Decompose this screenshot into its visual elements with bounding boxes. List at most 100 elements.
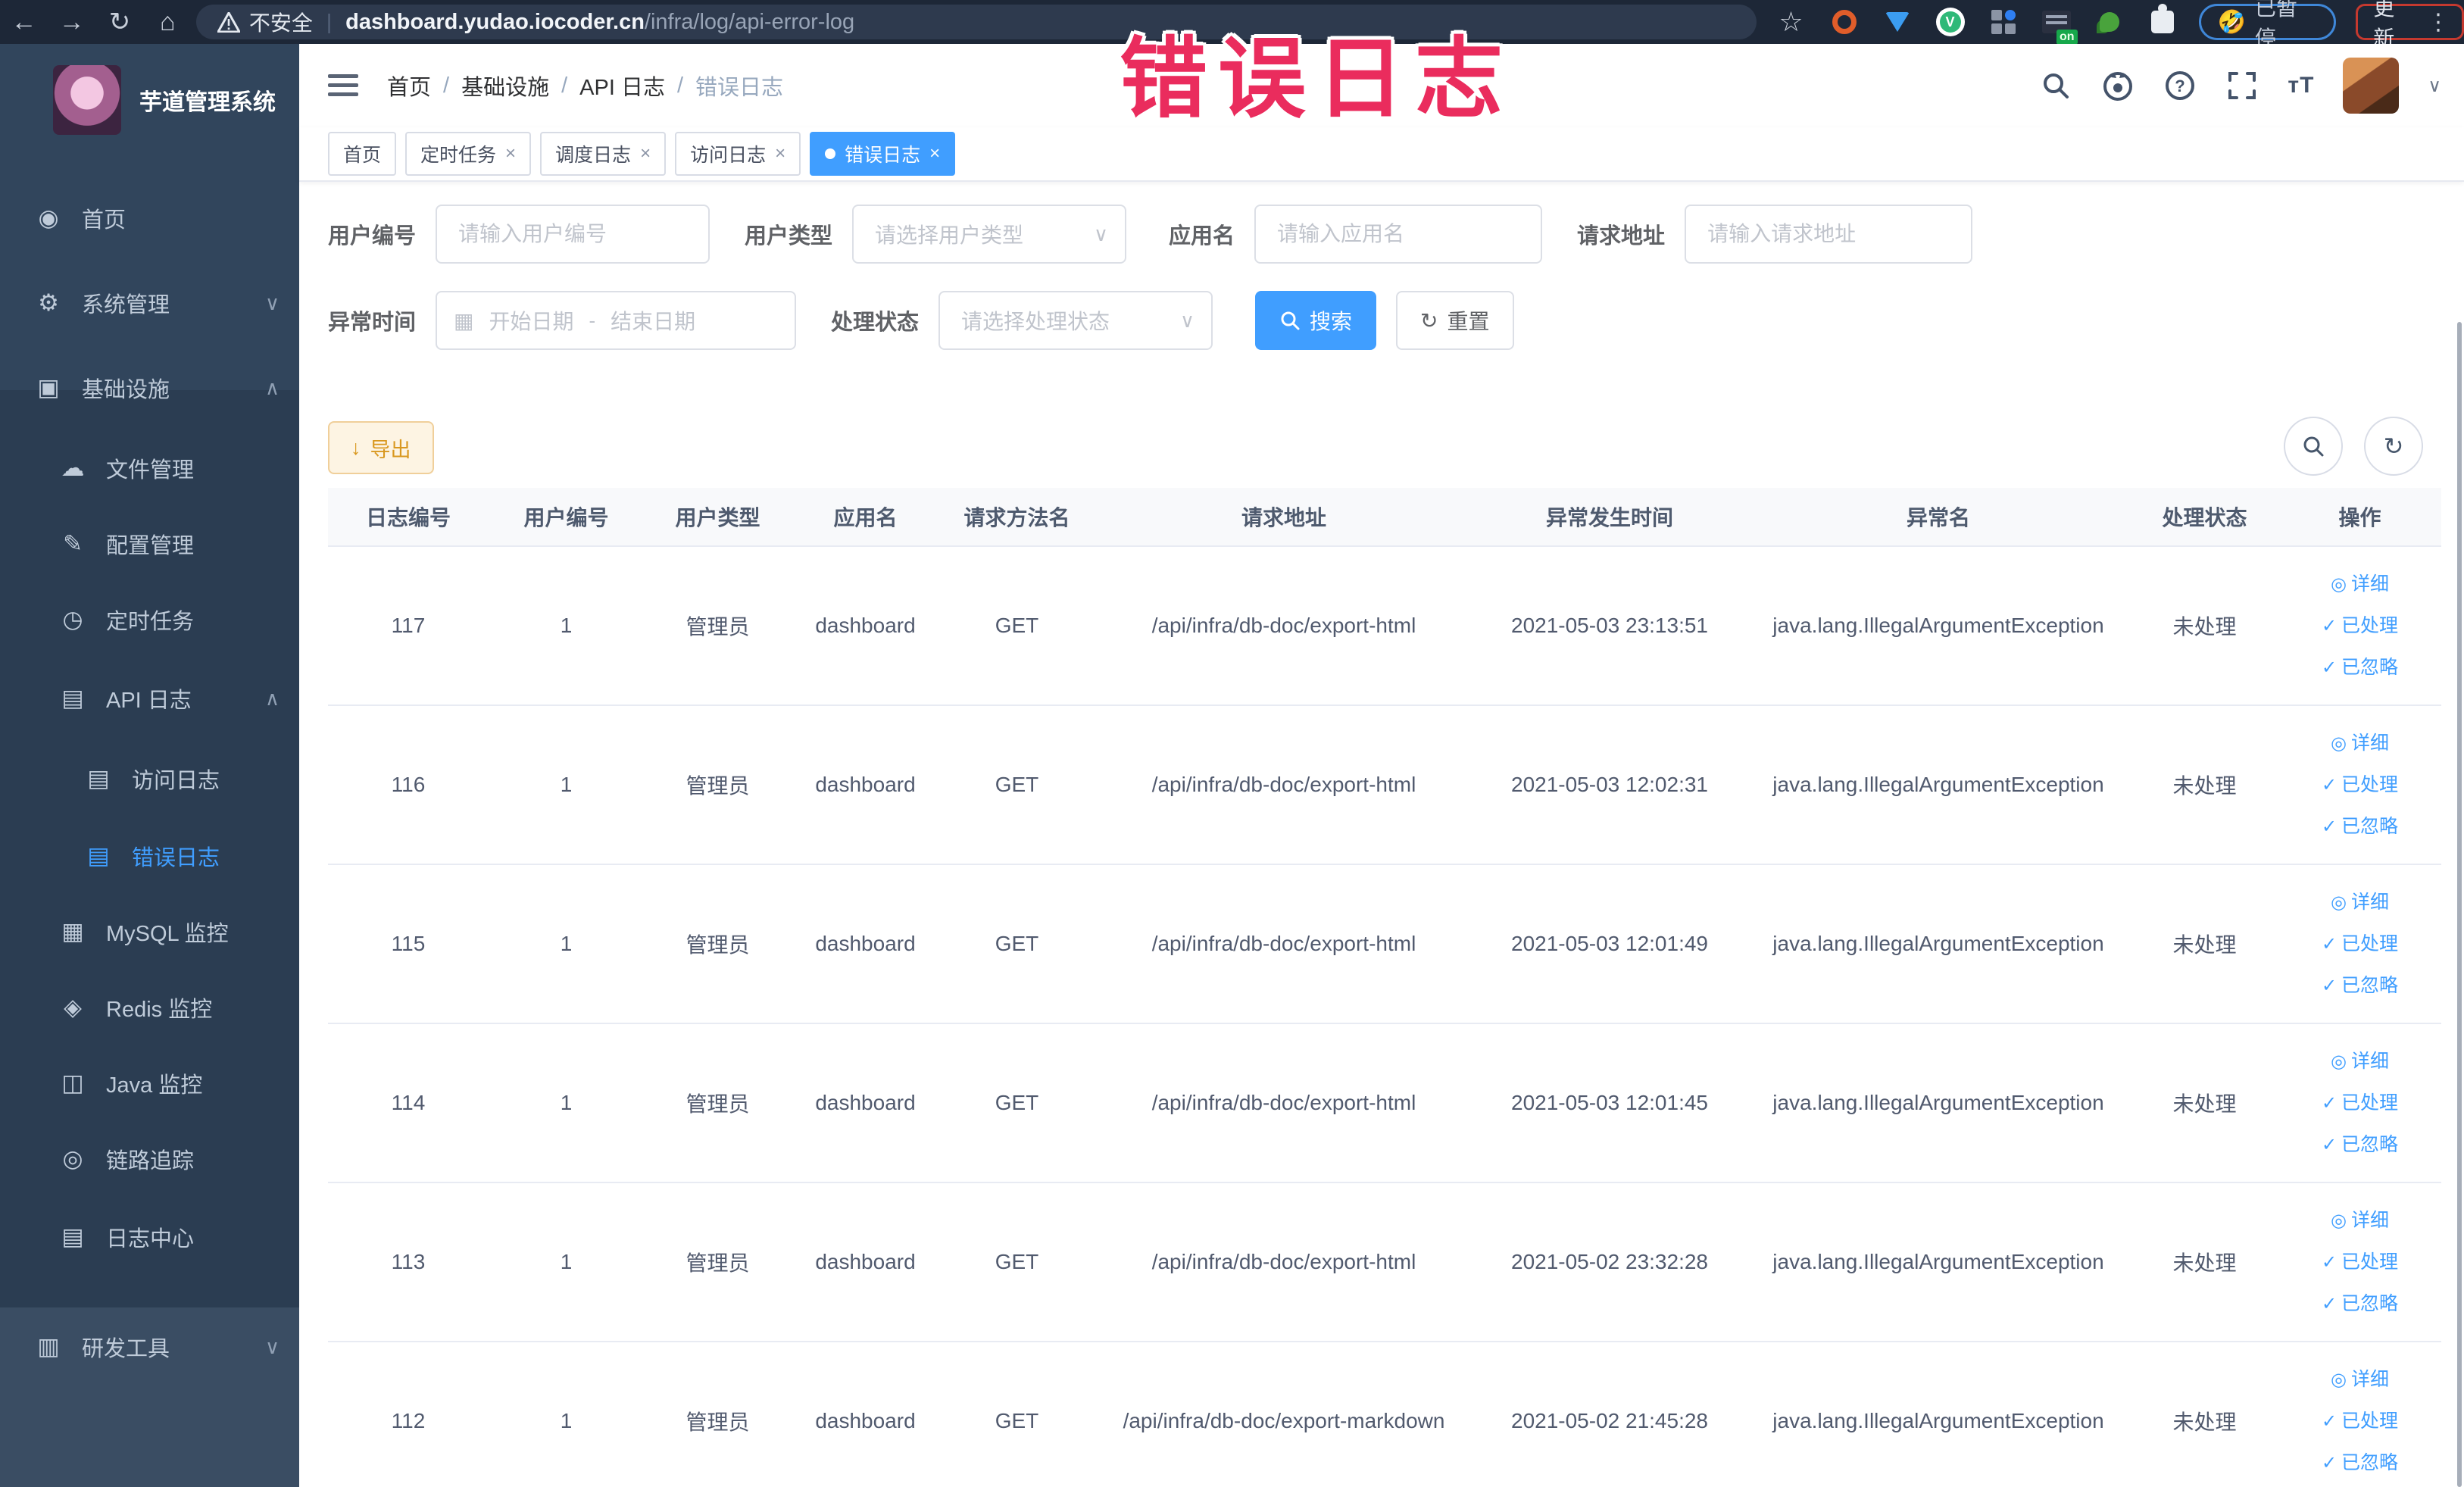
page-scrollbar[interactable]: [2457, 322, 2462, 1487]
sidebar-item-log-center[interactable]: ▤ 日志中心: [0, 1198, 299, 1276]
sidebar-item-redis-monitor[interactable]: ◈ Redis 监控: [0, 968, 299, 1047]
font-size-icon[interactable]: тT: [2288, 73, 2314, 98]
mark-ignored-link[interactable]: ✓ 已忽略: [2278, 1442, 2441, 1484]
reset-button[interactable]: ↻ 重置: [1396, 291, 1514, 350]
sidebar-item-error-log[interactable]: ▤ 错误日志: [0, 817, 299, 895]
mark-processed-link[interactable]: ✓ 已处理: [2278, 605, 2441, 647]
cell-request-url: /api/infra/db-doc/export-html: [1095, 864, 1473, 1024]
url-separator: |: [326, 10, 333, 33]
sidebar-item-api-log[interactable]: ▤ API 日志 ∧: [0, 659, 299, 738]
sidebar-item-label: Redis 监控: [106, 998, 213, 1022]
mark-processed-link[interactable]: ✓ 已处理: [2278, 1401, 2441, 1442]
mark-ignored-link[interactable]: ✓ 已忽略: [2278, 965, 2441, 1007]
user-menu-caret-icon[interactable]: ∨: [2428, 75, 2441, 97]
app-name-input[interactable]: [1254, 205, 1543, 264]
breadcrumb-infrastructure[interactable]: 基础设施: [461, 70, 549, 102]
extension-on-icon[interactable]: on: [2041, 7, 2078, 45]
briefcase-icon: ▥: [37, 1333, 60, 1360]
mark-ignored-link[interactable]: ✓ 已忽略: [2278, 647, 2441, 689]
user-type-select[interactable]: 请选择用户类型 ∨: [852, 205, 1127, 264]
sidebar-item-config-management[interactable]: ✎ 配置管理: [0, 505, 299, 583]
extension-shield-icon[interactable]: [1882, 7, 1913, 37]
sidebar-item-infrastructure[interactable]: ▣ 基础设施 ∧: [0, 348, 299, 427]
cell-actions: ◎ 详细 ✓ 已处理 ✓ 已忽略: [2278, 546, 2441, 706]
user-avatar[interactable]: [2343, 58, 2400, 114]
sidebar-item-link-trace[interactable]: ◎ 链路追踪: [0, 1120, 299, 1198]
search-icon[interactable]: [2039, 69, 2072, 102]
detail-label: 详细: [2350, 1209, 2389, 1231]
close-icon[interactable]: ×: [775, 143, 785, 164]
mark-processed-link[interactable]: ✓ 已处理: [2278, 1082, 2441, 1124]
extension-grid-icon[interactable]: [1988, 7, 2019, 37]
collapse-sidebar-icon[interactable]: [328, 73, 358, 98]
tab-schedule-log[interactable]: 调度日志 ×: [540, 132, 667, 176]
extension-plant-icon[interactable]: [2094, 7, 2125, 37]
calendar-icon: ▦: [454, 308, 474, 333]
sidebar-item-mysql-monitor[interactable]: ▦ MySQL 监控: [0, 892, 299, 971]
sidebar-item-java-monitor[interactable]: ◫ Java 监控: [0, 1044, 299, 1123]
sidebar-item-access-log[interactable]: ▤ 访问日志: [0, 739, 299, 818]
breadcrumb-home[interactable]: 首页: [387, 70, 431, 102]
forward-icon[interactable]: →: [48, 8, 95, 37]
close-icon[interactable]: ×: [505, 143, 516, 164]
back-icon[interactable]: ←: [0, 8, 48, 37]
chrome-update-button[interactable]: 更新 ⋮: [2356, 0, 2464, 50]
mark-ignored-link[interactable]: ✓ 已忽略: [2278, 806, 2441, 848]
sidebar-item-system-management[interactable]: ⚙ 系统管理 ∨: [0, 264, 299, 342]
sidebar-item-label: 基础设施: [82, 378, 170, 402]
cell-exception-name: java.lang.IllegalArgumentException: [1746, 864, 2131, 1024]
recorder-paused-pill[interactable]: 🤣 已暂停: [2198, 0, 2337, 50]
bookmark-star-icon[interactable]: ☆: [1776, 6, 1807, 37]
detail-link[interactable]: ◎ 详细: [2278, 564, 2441, 605]
sidebar-item-dev-tools[interactable]: ▥ 研发工具 ∨: [0, 1307, 299, 1386]
reload-icon[interactable]: ↻: [95, 7, 143, 37]
exception-time-range-picker[interactable]: ▦ 开始日期 - 结束日期: [436, 291, 797, 350]
table-body: 117 1 管理员 dashboard GET /api/infra/db-do…: [328, 546, 2441, 1487]
breadcrumb: 首页 / 基础设施 / API 日志 / 错误日志: [387, 70, 783, 102]
toggle-search-button[interactable]: [2284, 417, 2343, 476]
mark-processed-link[interactable]: ✓ 已处理: [2278, 1242, 2441, 1283]
close-icon[interactable]: ×: [929, 143, 940, 164]
mark-ignored-link[interactable]: ✓ 已忽略: [2278, 1283, 2441, 1325]
check-icon: ✓: [2321, 816, 2338, 837]
detail-link[interactable]: ◎ 详细: [2278, 723, 2441, 764]
detail-link[interactable]: ◎ 详细: [2278, 882, 2441, 923]
mark-ignored-link[interactable]: ✓ 已忽略: [2278, 1124, 2441, 1166]
tab-access-log[interactable]: 访问日志 ×: [675, 132, 801, 176]
fullscreen-icon[interactable]: [2225, 69, 2259, 102]
detail-link[interactable]: ◎ 详细: [2278, 1041, 2441, 1082]
sidebar-item-scheduled-task[interactable]: ◷ 定时任务: [0, 580, 299, 659]
browser-menu-icon[interactable]: ⋮: [2427, 9, 2450, 36]
extensions-puzzle-icon[interactable]: [2147, 4, 2178, 37]
vue-devtools-icon[interactable]: V: [1935, 7, 1966, 37]
request-url-input[interactable]: [1685, 205, 1973, 264]
app-logo-row[interactable]: 芋道管理系统: [0, 55, 299, 145]
user-id-input[interactable]: [436, 205, 710, 264]
cell-log-id: 112: [328, 1342, 489, 1487]
export-button[interactable]: ↓ 导出: [328, 421, 434, 474]
sidebar-item-file-management[interactable]: ☁ 文件管理: [0, 429, 299, 508]
close-icon[interactable]: ×: [640, 143, 651, 164]
status-select[interactable]: 请选择处理状态 ∨: [938, 291, 1213, 350]
tab-scheduled-task[interactable]: 定时任务 ×: [405, 132, 532, 176]
url-bar[interactable]: 不安全 | dashboard.yudao.iocoder.cn /infra/…: [195, 5, 1757, 39]
home-icon[interactable]: ⌂: [144, 8, 192, 37]
help-icon[interactable]: ?: [2163, 69, 2197, 102]
detail-link[interactable]: ◎ 详细: [2278, 1359, 2441, 1401]
breadcrumb-api-log[interactable]: API 日志: [579, 70, 665, 102]
mark-processed-link[interactable]: ✓ 已处理: [2278, 923, 2441, 965]
sidebar-item-home[interactable]: ◉ 首页: [0, 179, 299, 258]
github-icon[interactable]: [2101, 69, 2135, 102]
dashboard-icon: ◉: [38, 205, 59, 231]
cell-exception-time: 2021-05-02 23:32:28: [1473, 1182, 1746, 1342]
cell-actions: ◎ 详细 ✓ 已处理 ✓ 已忽略: [2278, 1023, 2441, 1183]
processed-label: 已处理: [2341, 773, 2399, 795]
refresh-table-button[interactable]: ↻: [2364, 417, 2423, 476]
extension-orange-icon[interactable]: [1829, 7, 1860, 37]
tab-error-log[interactable]: 错误日志 ×: [810, 132, 956, 176]
mark-processed-link[interactable]: ✓ 已处理: [2278, 764, 2441, 806]
detail-link[interactable]: ◎ 详细: [2278, 1200, 2441, 1242]
tab-home[interactable]: 首页: [328, 132, 397, 176]
search-button[interactable]: 搜索: [1255, 291, 1377, 350]
log-icon: ▤: [87, 765, 110, 792]
